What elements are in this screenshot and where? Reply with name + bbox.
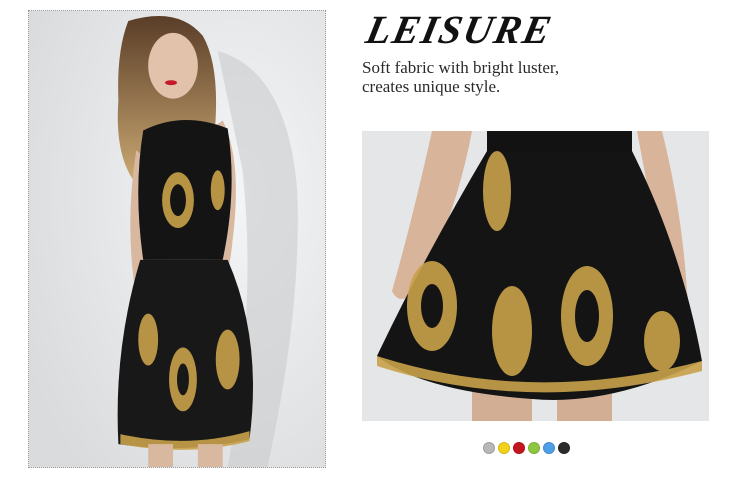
product-photo-detail <box>362 131 709 421</box>
tagline: Soft fabric with bright luster, creates … <box>362 58 692 96</box>
color-swatches <box>483 442 570 454</box>
tagline-line-1: Soft fabric with bright luster, <box>362 58 560 77</box>
swatch-green[interactable] <box>528 442 540 454</box>
skirt-detail-image <box>362 131 709 421</box>
swatch-black[interactable] <box>558 442 570 454</box>
swatch-red[interactable] <box>513 442 525 454</box>
product-photo-main <box>28 10 326 468</box>
swatch-silver[interactable] <box>483 442 495 454</box>
headline: LEISURE <box>362 7 557 52</box>
tagline-line-2: creates unique style. <box>362 77 501 96</box>
model-image <box>29 11 325 467</box>
swatch-blue[interactable] <box>543 442 555 454</box>
swatch-yellow[interactable] <box>498 442 510 454</box>
